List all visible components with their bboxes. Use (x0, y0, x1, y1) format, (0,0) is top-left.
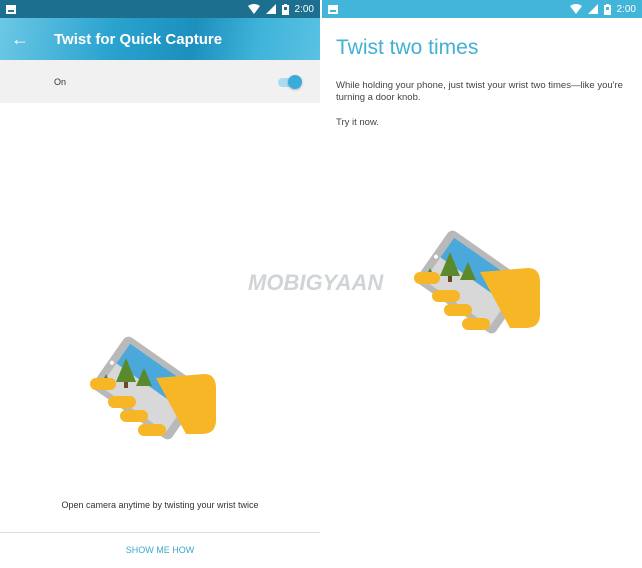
setting-label: On (54, 76, 67, 87)
wifi-icon (247, 4, 260, 14)
arrow-left-icon: ← (11, 28, 29, 49)
watermark: MOBIGYAAN (248, 270, 384, 295)
page-title: Twist for Quick Capture (54, 30, 223, 48)
twist-illustration (414, 230, 540, 334)
toggle-thumb (288, 74, 302, 89)
battery-icon (603, 3, 611, 15)
clock: 2:00 (616, 3, 636, 15)
signal-icon (265, 4, 276, 14)
app-bar: ← Twist for Quick Capture (0, 18, 320, 60)
divider (0, 532, 320, 533)
image-notification-icon (6, 4, 16, 14)
status-bar: 2:00 (322, 0, 642, 18)
twist-setting-row[interactable]: On (0, 60, 320, 103)
tutorial-title: Twist two times (336, 36, 479, 59)
signal-icon (587, 4, 598, 14)
tutorial-instructions: While holding your phone, just twist you… (336, 80, 623, 103)
try-it-prompt: Try it now. (336, 117, 379, 128)
image-notification-icon (328, 4, 338, 14)
back-button[interactable]: ← (0, 18, 40, 60)
feature-description: Open camera anytime by twisting your wri… (61, 500, 259, 510)
status-bar: 2:00 (0, 0, 320, 18)
wifi-icon (569, 4, 582, 14)
twist-toggle[interactable] (276, 73, 304, 91)
clock: 2:00 (294, 3, 314, 15)
twist-illustration (90, 336, 216, 440)
battery-icon (281, 3, 289, 15)
show-me-how-button[interactable]: SHOW ME HOW (0, 540, 320, 560)
